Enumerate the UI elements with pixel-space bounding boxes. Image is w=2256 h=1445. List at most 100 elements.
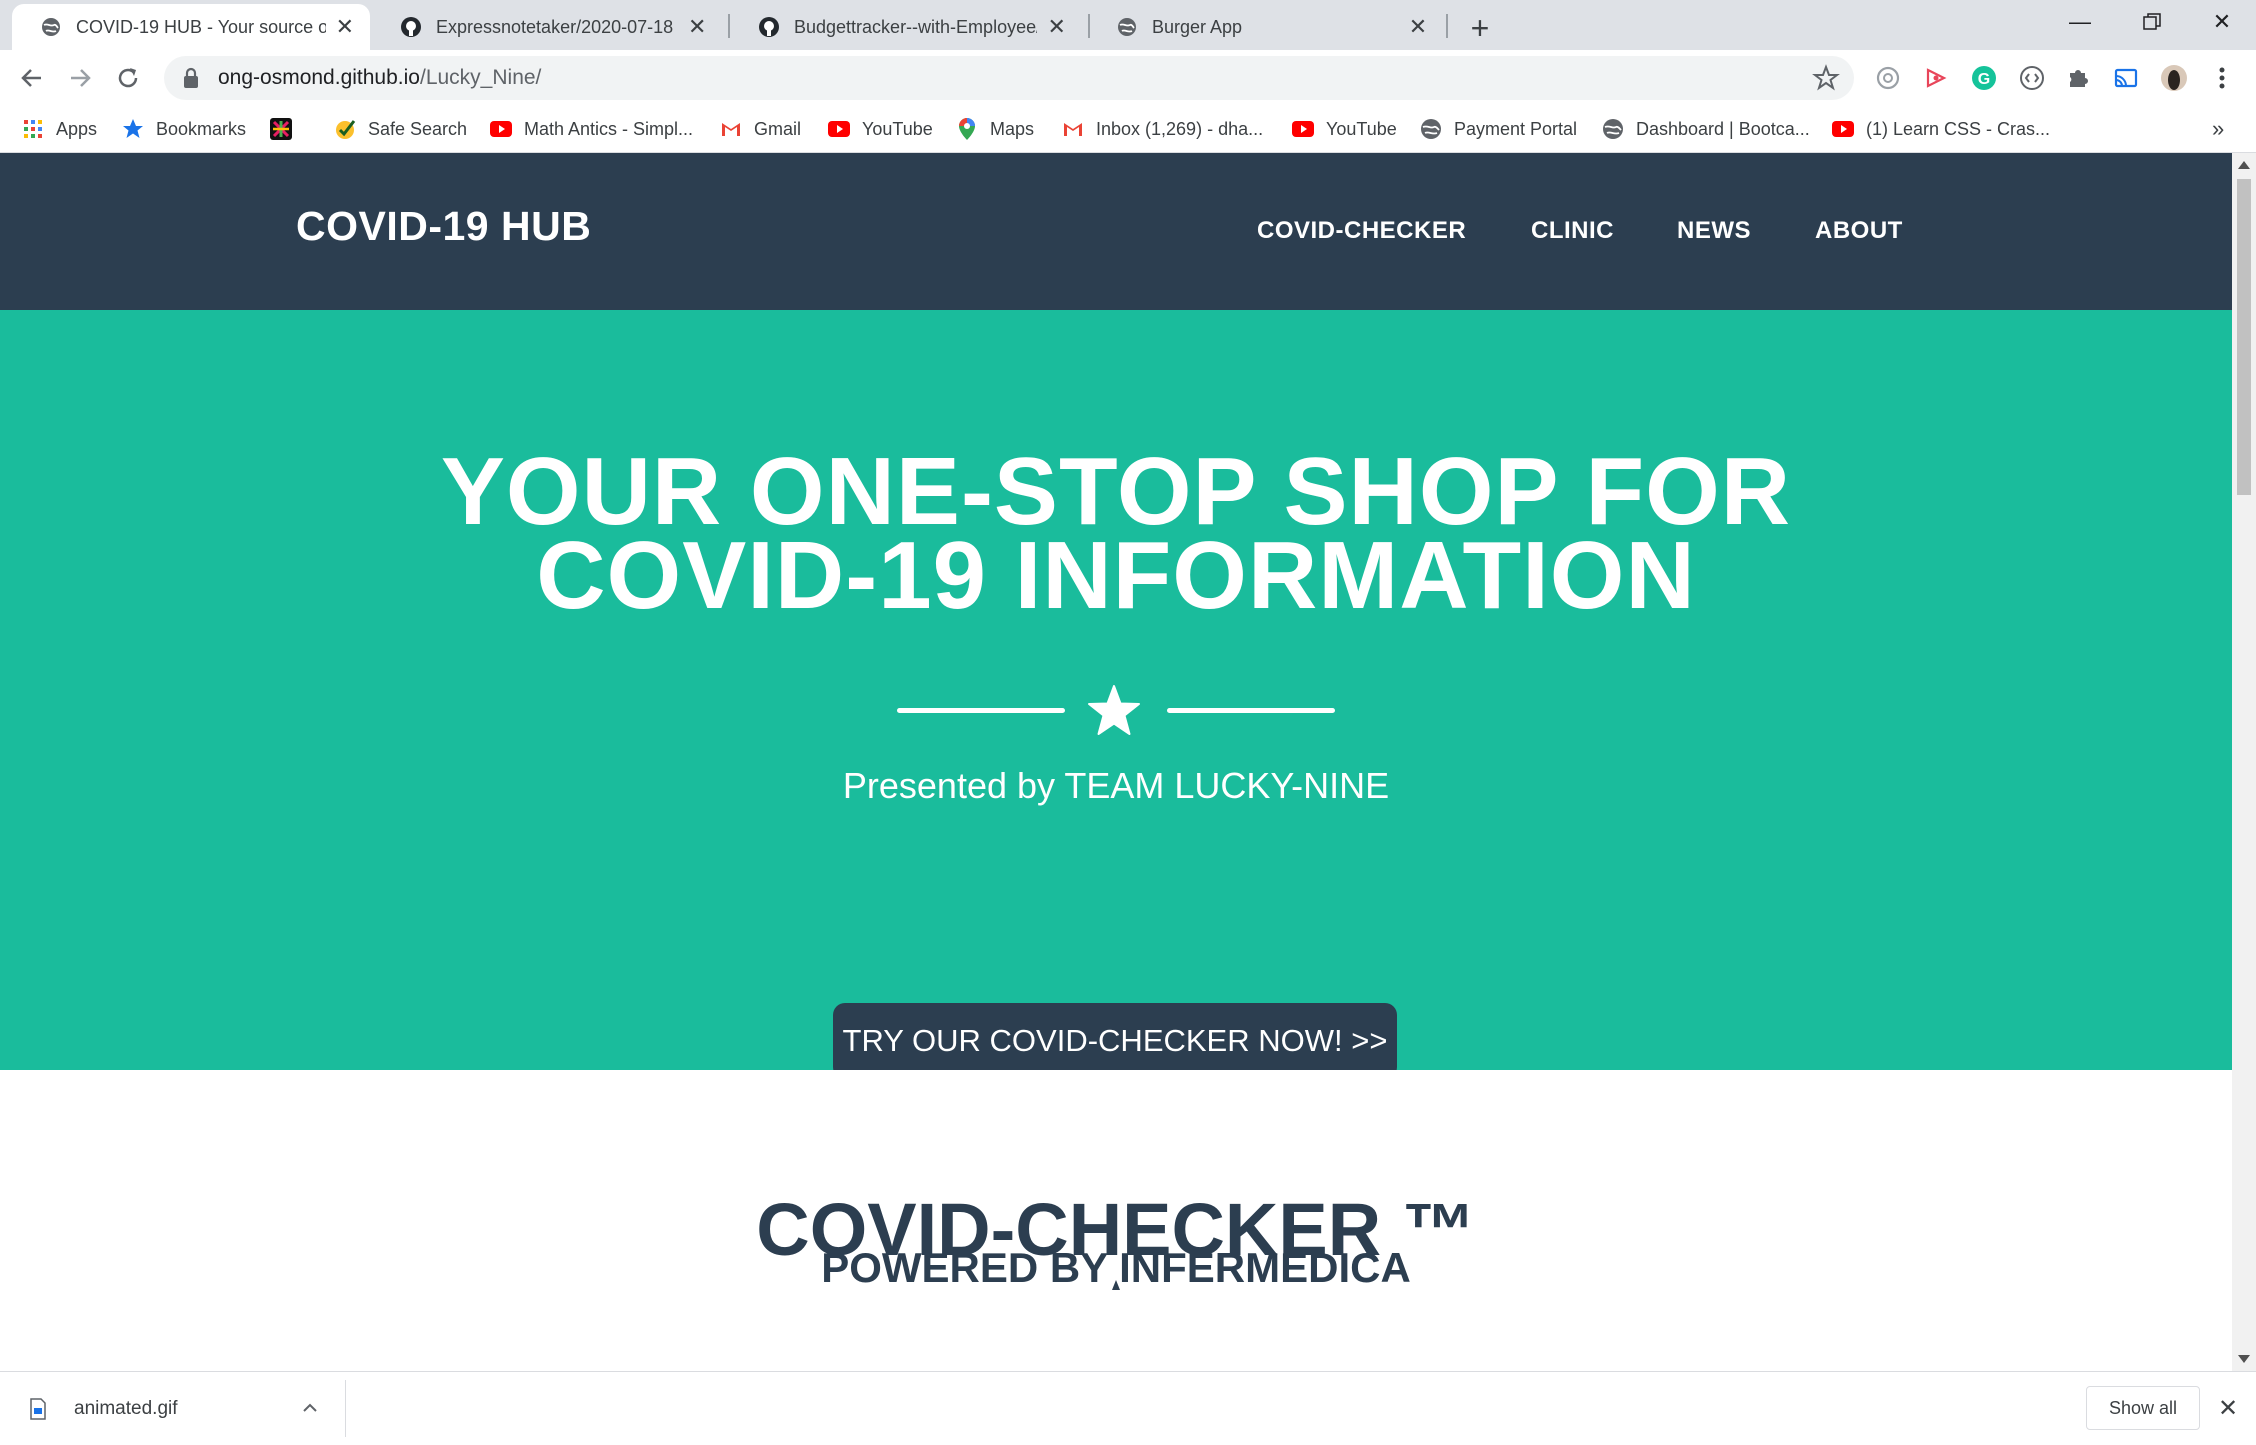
site-brand[interactable]: COVID-19 HUB (296, 203, 591, 250)
tab-title: COVID-19 HUB - Your source of i (76, 16, 326, 37)
cast-button[interactable] (2112, 64, 2140, 92)
browser-menu-button[interactable] (2208, 64, 2236, 92)
bookmark-label: Gmail (754, 118, 802, 139)
tab-expressnotetaker[interactable]: Expressnotetaker/2020-07-18 (2) ✕ (372, 4, 722, 50)
nav-link-clinic[interactable]: CLINIC (1531, 217, 1614, 245)
tab-burger-app[interactable]: Burger App ✕ (1088, 4, 1444, 50)
browser-toolbar: ong-osmond.github.io/Lucky_Nine/ G (0, 50, 2256, 106)
colorful-app-icon (270, 118, 292, 140)
close-tab-icon[interactable]: ✕ (332, 13, 358, 41)
close-tab-icon[interactable]: ✕ (684, 13, 710, 41)
bookmark-maps[interactable]: Maps (956, 116, 1034, 142)
bookmark-gmail[interactable]: Gmail (720, 116, 801, 142)
globe-icon (1602, 118, 1624, 140)
url-path: /Lucky_Nine/ (419, 66, 542, 89)
globe-icon (42, 18, 60, 36)
bookmark-star-icon[interactable] (1812, 64, 1840, 92)
star-icon (122, 118, 144, 140)
code-ext-icon (2020, 66, 2044, 90)
avatar-icon (2161, 65, 2187, 91)
profile-avatar[interactable] (2160, 64, 2188, 92)
restore-button[interactable] (2116, 0, 2188, 44)
reload-icon (118, 68, 138, 88)
extension-icon[interactable] (1874, 64, 1902, 92)
puzzle-icon (2070, 70, 2088, 87)
address-bar[interactable]: ong-osmond.github.io/Lucky_Nine/ (164, 56, 1854, 100)
forward-arrow-icon (71, 69, 91, 87)
apps-grid-icon (22, 118, 44, 140)
close-tab-icon[interactable]: ✕ (1043, 13, 1070, 41)
bookmark-inbox[interactable]: Inbox (1,269) - dha... (1062, 116, 1263, 142)
reload-button[interactable] (108, 58, 148, 98)
download-item[interactable]: animated.gif (30, 1372, 178, 1445)
forward-button[interactable] (60, 58, 100, 98)
gmail-icon (720, 118, 742, 140)
hero-section: YOUR ONE-STOP SHOP FOR COVID-19 INFORMAT… (0, 310, 2232, 1079)
cast-icon (2114, 68, 2138, 88)
scroll-down-arrow-icon[interactable] (2238, 1355, 2250, 1363)
extension-icon[interactable] (2018, 64, 2046, 92)
star-divider (0, 680, 2232, 740)
bookmark-payment-portal[interactable]: Payment Portal (1420, 116, 1577, 142)
extensions-button[interactable] (2064, 64, 2092, 92)
tab-budgettracker[interactable]: Budgettracker--with-Employee/a ✕ (730, 4, 1082, 50)
more-bookmarks-label: » (2212, 116, 2225, 141)
grammarly-icon: G (1972, 66, 1996, 90)
download-options-button[interactable] (296, 1394, 324, 1422)
github-icon (759, 17, 779, 37)
page-viewport: COVID-19 HUB COVID-CHECKER CLINIC NEWS A… (0, 153, 2232, 1371)
bookmark-bookmarks[interactable]: Bookmarks (122, 116, 246, 142)
bookmark-label: Apps (56, 118, 98, 139)
divider-star-icon (1112, 1280, 1120, 1290)
show-all-downloads-button[interactable]: Show all (2086, 1386, 2200, 1430)
bookmark-label: YouTube (1326, 118, 1397, 139)
globe-icon (1420, 118, 1442, 140)
bookmark-learn-css[interactable]: (1) Learn CSS - Cras... (1832, 116, 2050, 142)
close-tab-icon[interactable]: ✕ (1404, 13, 1432, 41)
chevron-up-icon (303, 1403, 317, 1412)
minimize-button[interactable]: — (2044, 0, 2116, 44)
play-ext-icon (1926, 68, 1947, 88)
bookmark-dashboard[interactable]: Dashboard | Bootca... (1602, 116, 1810, 142)
lock-icon (184, 67, 198, 88)
scrollbar-thumb[interactable] (2237, 179, 2251, 495)
bookmark-label: Maps (990, 118, 1035, 139)
hero-title-line-2: COVID-19 INFORMATION (536, 522, 1696, 629)
tab-separator (1446, 14, 1448, 38)
nav-link-news[interactable]: NEWS (1677, 217, 1751, 245)
hero-title: YOUR ONE-STOP SHOP FOR COVID-19 INFORMAT… (0, 444, 2232, 624)
restore-icon (2143, 13, 2161, 30)
extension-icon[interactable]: G (1970, 64, 1998, 92)
page-scrollbar[interactable] (2232, 153, 2256, 1371)
bookmark-apps[interactable]: Apps (22, 116, 97, 142)
bookmark-math-antics[interactable]: Math Antics - Simpl... (490, 116, 693, 142)
bookmark-youtube-2[interactable]: YouTube (1292, 116, 1397, 142)
more-bookmarks-button[interactable]: » (2212, 116, 2224, 142)
nav-link-about[interactable]: ABOUT (1815, 217, 1903, 245)
bookmarks-bar: Apps Bookmarks Safe Search Math Antics -… (0, 106, 2256, 153)
extension-icon[interactable] (1922, 64, 1950, 92)
divider-line-right (1167, 708, 1335, 713)
youtube-icon (1292, 118, 1314, 140)
youtube-icon (828, 118, 850, 140)
bookmark-label: Bookmarks (156, 118, 247, 139)
new-tab-button[interactable]: + (1462, 10, 1498, 46)
bookmark-colorful-app[interactable] (270, 116, 304, 142)
scroll-up-arrow-icon[interactable] (2238, 161, 2250, 169)
more-vert-icon (2219, 67, 2225, 89)
nav-link-covid-checker[interactable]: COVID-CHECKER (1257, 217, 1466, 245)
bookmark-label: YouTube (862, 118, 933, 139)
youtube-icon (1832, 118, 1854, 140)
bookmark-label: (1) Learn CSS - Cras... (1866, 118, 2051, 139)
close-downloads-icon[interactable]: ✕ (2214, 1394, 2242, 1422)
bookmark-safe-search[interactable]: Safe Search (334, 116, 467, 142)
download-filename: animated.gif (74, 1397, 178, 1419)
close-window-button[interactable]: ✕ (2186, 0, 2256, 44)
star-icon (1088, 685, 1140, 735)
back-button[interactable] (12, 58, 52, 98)
tab-covid-hub[interactable]: COVID-19 HUB - Your source of i ✕ (12, 4, 370, 50)
bookmark-youtube[interactable]: YouTube (828, 116, 933, 142)
downloads-bar: animated.gif Show all ✕ (0, 1371, 2256, 1445)
file-icon (30, 1397, 46, 1420)
covid-checker-cta-button[interactable]: TRY OUR COVID-CHECKER NOW! >> (833, 1003, 1397, 1079)
